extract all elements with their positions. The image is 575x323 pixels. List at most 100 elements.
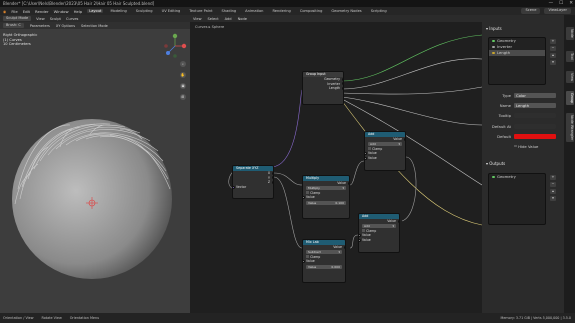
tab-node-wrangler[interactable]: Node Wrangler <box>566 113 574 143</box>
value-field[interactable]: Value 0.000 <box>306 264 342 269</box>
mode-selector[interactable]: Sculpt Mode <box>3 16 32 21</box>
tab-compositing[interactable]: Compositing <box>298 9 325 13</box>
move-down-icon[interactable]: ▾ <box>550 60 556 65</box>
socket-value-in[interactable] <box>303 260 305 264</box>
socket-geometry[interactable] <box>341 77 343 81</box>
tab-group[interactable]: Group <box>566 91 574 106</box>
link-length-b <box>341 96 482 126</box>
default-color-swatch[interactable] <box>514 133 556 139</box>
navigation-gizmo-icon[interactable] <box>162 33 188 59</box>
title-bar: Blender* [C:\User\Nels\Blender\2023\05 H… <box>0 0 575 7</box>
operation-dropdown[interactable]: Multiply ▾ <box>306 186 346 191</box>
blender-logo-icon[interactable]: ◉ <box>3 9 6 14</box>
socket-length[interactable] <box>341 86 343 90</box>
socket-z[interactable] <box>271 180 273 184</box>
add-output-button[interactable]: + <box>550 175 556 180</box>
move-up-icon[interactable]: ▴ <box>550 53 556 58</box>
list-item-selected[interactable]: Length <box>489 50 545 56</box>
remove-input-button[interactable]: − <box>550 46 556 51</box>
menu-file[interactable]: File <box>11 9 17 14</box>
operation-dropdown[interactable]: Subtract ▾ <box>306 250 342 255</box>
tab-rendering[interactable]: Rendering <box>270 9 292 13</box>
value-field[interactable]: Value 0.100 <box>306 200 346 205</box>
close-icon[interactable]: ✕ <box>569 1 573 6</box>
name-field[interactable]: Length <box>514 102 556 108</box>
viewport-menu-sculpt[interactable]: Sculpt <box>50 17 61 21</box>
socket-value-out[interactable] <box>347 181 349 185</box>
tab-texture-paint[interactable]: Texture Paint <box>187 9 214 13</box>
remove-output-button[interactable]: − <box>550 182 556 187</box>
status-hint-2: Rotate View <box>41 316 62 320</box>
tab-modeling[interactable]: Modeling <box>108 9 128 13</box>
grid-icon[interactable]: ⊞ <box>180 94 186 100</box>
multiply-node[interactable]: Multiply Value Multiply ▾ Clamp Value Val… <box>302 175 350 219</box>
list-item[interactable]: Geometry <box>489 174 545 180</box>
menu-window[interactable]: Window <box>54 9 69 14</box>
move-up-icon[interactable]: ▴ <box>550 189 556 194</box>
view-layer-selector[interactable]: ViewLayer <box>544 8 571 14</box>
group-input-node[interactable]: Group Input Geometry Inverter Length <box>302 71 344 105</box>
hide-value-checkbox[interactable] <box>514 144 517 148</box>
socket-vector[interactable] <box>233 185 235 189</box>
tab-geometry-nodes[interactable]: Geometry Nodes <box>329 9 363 13</box>
menu-edit[interactable]: Edit <box>23 9 30 14</box>
socket-value-in-a[interactable] <box>359 234 361 238</box>
sculpt-model-render[interactable] <box>0 29 190 313</box>
add-node-2[interactable]: Add Value Add ▾ Clamp Value Value <box>358 213 400 253</box>
operation-dropdown[interactable]: Add ▾ <box>362 224 396 229</box>
selection-mode[interactable]: Selection Mode <box>81 24 108 28</box>
move-down-icon[interactable]: ▾ <box>550 196 556 201</box>
default-attr-field[interactable] <box>514 123 556 129</box>
tab-view[interactable]: View <box>566 71 574 84</box>
xy-options[interactable]: XY Options <box>56 24 75 28</box>
viewport-menu-curves[interactable]: Curves <box>66 17 78 21</box>
type-row: Type Color <box>482 92 564 98</box>
scene-selector[interactable]: Scene <box>521 8 541 14</box>
socket-value-out[interactable] <box>343 245 345 249</box>
inputs-header[interactable]: ▾ Inputs <box>486 26 502 31</box>
tooltip-field[interactable] <box>514 112 556 118</box>
tab-sculpting[interactable]: Sculpting <box>134 9 155 13</box>
subtract-node[interactable]: Mix Lab Value Subtract ▾ Clamp Value Valu… <box>302 239 346 283</box>
viewport-header: Sculpt Mode View Sculpt Curves <box>0 15 190 22</box>
window-controls: — ☐ ✕ <box>549 0 573 7</box>
camera-icon[interactable]: ▣ <box>180 83 186 89</box>
menu-help[interactable]: Help <box>74 9 83 14</box>
viewport-menu-view[interactable]: View <box>36 17 45 21</box>
socket-value-in-b[interactable] <box>365 156 367 160</box>
3d-viewport[interactable]: Sculpt Mode View Sculpt Curves Brush: C … <box>0 15 190 313</box>
parameters-menu[interactable]: Parameters <box>30 24 50 28</box>
minimize-icon[interactable]: — <box>549 1 554 6</box>
socket-inverter[interactable] <box>341 82 343 86</box>
separate-xyz-node[interactable]: Separate XYZ X Y Z Vector <box>232 165 274 199</box>
tab-uv-editing[interactable]: UV Editing <box>160 9 183 13</box>
maximize-icon[interactable]: ☐ <box>559 1 563 6</box>
tab-scripting[interactable]: Scripting <box>369 9 389 13</box>
socket-value-in-a[interactable] <box>365 152 367 156</box>
socket-dot-icon <box>492 175 495 179</box>
brush-selector[interactable]: Brush: C <box>3 23 24 28</box>
menu-render[interactable]: Render <box>35 9 49 14</box>
type-dropdown[interactable]: Color <box>514 92 556 98</box>
outputs-header[interactable]: ▾ Outputs <box>486 161 505 166</box>
operation-dropdown[interactable]: Add ▾ <box>368 142 402 147</box>
socket-value-out[interactable] <box>403 137 405 141</box>
socket-value-out[interactable] <box>397 219 399 223</box>
inputs-list[interactable]: Geometry Inverter Length <box>488 37 546 85</box>
hide-value-row[interactable]: Hide Value <box>482 143 564 149</box>
zoom-icon[interactable]: ⌕ <box>180 61 186 67</box>
add-input-button[interactable]: + <box>550 39 556 44</box>
tab-layout[interactable]: Layout <box>87 9 104 13</box>
tab-animation[interactable]: Animation <box>243 9 265 13</box>
hand-icon[interactable]: ✋ <box>180 72 186 78</box>
socket-value-in-b[interactable] <box>359 238 361 242</box>
socket-y[interactable] <box>271 176 273 180</box>
socket-x[interactable] <box>271 171 273 175</box>
socket-value-in[interactable] <box>303 196 305 200</box>
node-editor[interactable]: View Select Add Node Curves ▸ Sphere Gro… <box>190 15 482 313</box>
tab-tool[interactable]: Tool <box>566 51 574 62</box>
add-node[interactable]: Add Value Add ▾ Clamp Value Value <box>364 131 406 171</box>
outputs-list[interactable]: Geometry <box>488 173 546 225</box>
tab-shading[interactable]: Shading <box>220 9 239 13</box>
tab-node[interactable]: Node <box>566 27 574 40</box>
